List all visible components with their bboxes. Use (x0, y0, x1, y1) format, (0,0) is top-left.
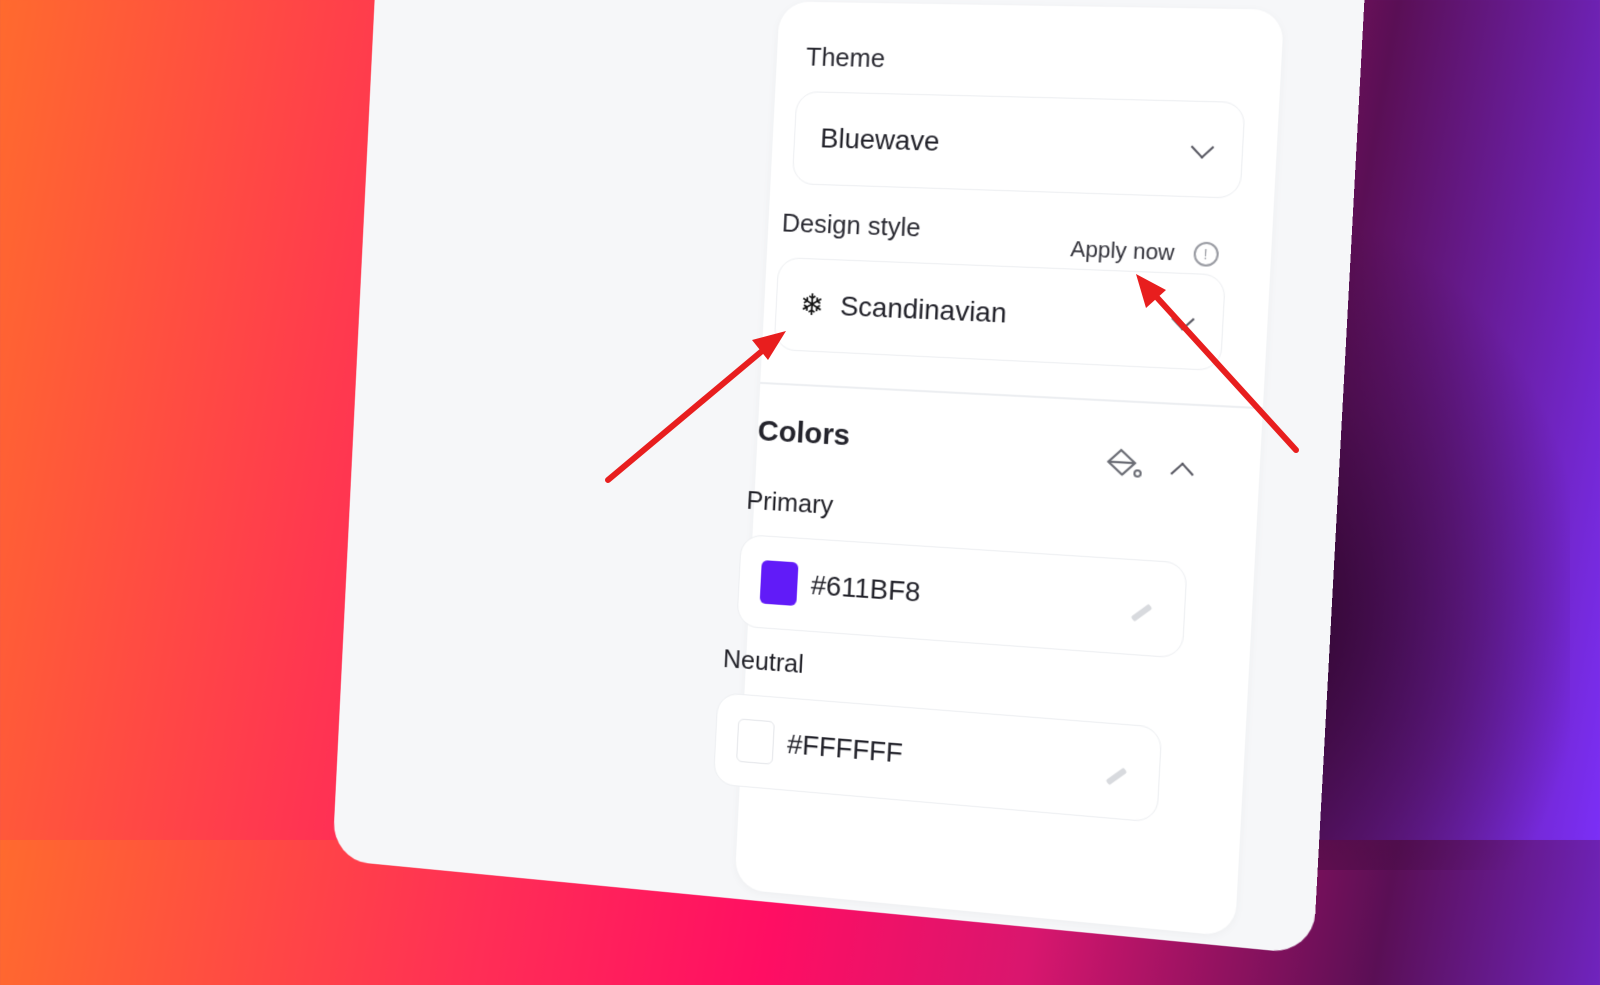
primary-label: Primary (745, 485, 834, 520)
neutral-label: Neutral (722, 643, 805, 679)
pencil-icon[interactable] (1130, 603, 1153, 622)
theme-value: Bluewave (819, 122, 941, 157)
primary-color-value: #611BF8 (810, 569, 922, 608)
section-divider (760, 381, 1263, 409)
primary-color-field[interactable]: #611BF8 (736, 533, 1188, 659)
apply-now-link[interactable]: Apply now (1070, 236, 1175, 266)
theme-select[interactable]: Bluewave (791, 91, 1246, 199)
neutral-color-field[interactable]: #FFFFFF (712, 692, 1163, 823)
theme-label: Theme (805, 41, 886, 74)
colors-heading: Colors (756, 414, 851, 453)
design-style-select[interactable]: ❄ Scandinavian (773, 257, 1226, 372)
settings-panel: Theme Bluewave Design style Apply now ! … (712, 1, 1285, 937)
tilted-screenshot: Theme Bluewave Design style Apply now ! … (75, 0, 1600, 955)
design-style-value: Scandinavian (839, 290, 1008, 329)
snowflake-icon: ❄ (799, 288, 826, 322)
info-icon[interactable]: ! (1192, 241, 1219, 268)
neutral-color-value: #FFFFFF (786, 728, 904, 769)
design-style-label: Design style (781, 207, 922, 243)
paint-bucket-icon[interactable] (1103, 445, 1144, 482)
primary-swatch[interactable] (759, 560, 799, 606)
pencil-icon[interactable] (1105, 767, 1128, 786)
chevron-down-icon (1190, 135, 1215, 159)
neutral-swatch[interactable] (736, 718, 775, 765)
apply-now-row: Apply now ! (1070, 236, 1219, 268)
chevron-down-icon (1171, 307, 1195, 331)
chevron-up-icon[interactable] (1170, 462, 1194, 486)
